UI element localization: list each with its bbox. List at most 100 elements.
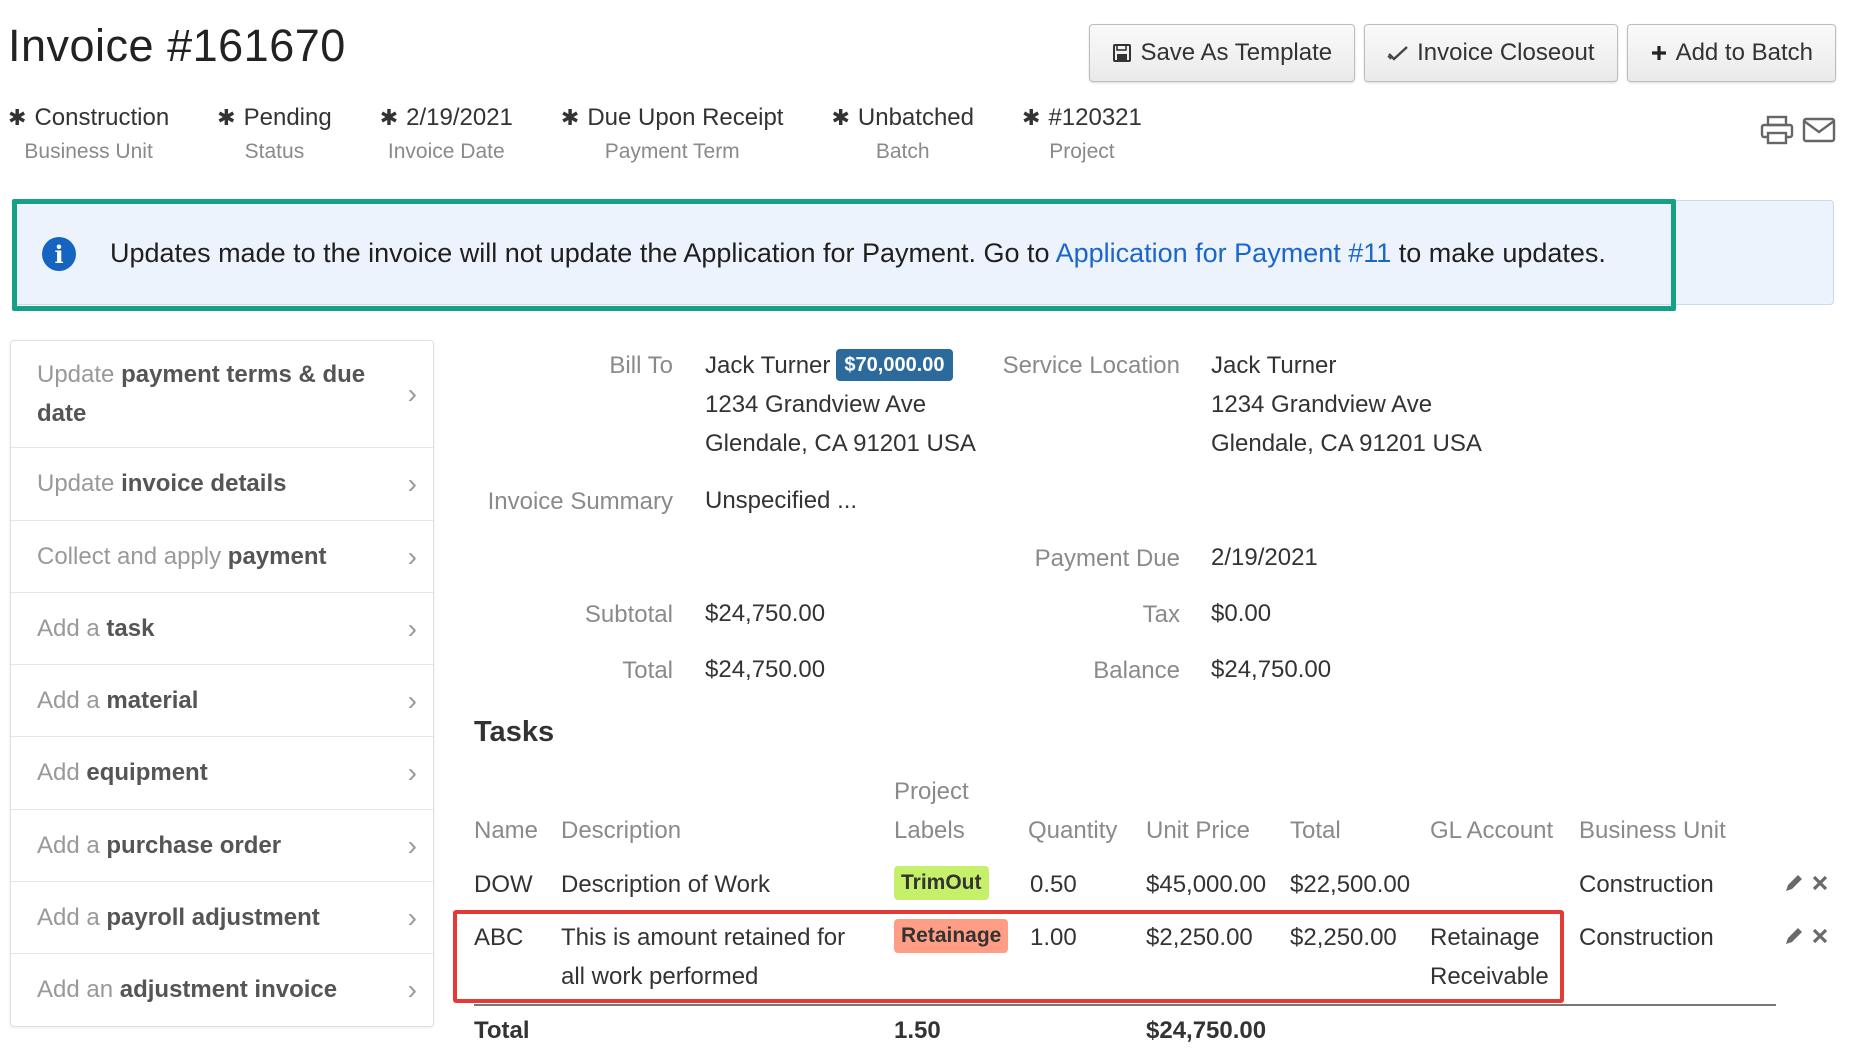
info-icon: i <box>42 237 76 271</box>
task-business-unit: Construction <box>1579 871 1714 898</box>
invoice-meta: ✱ Construction Business Unit ✱ Pending Sta… <box>8 104 1190 164</box>
task-quantity: 1.00 <box>1030 924 1077 951</box>
asterisk-icon: ✱ <box>217 105 236 130</box>
task-business-unit: Construction <box>1579 924 1714 951</box>
sidebar-item-label: payment <box>227 542 327 570</box>
task-name: ABC <box>474 924 524 951</box>
balance-value: $24,750.00 <box>1211 656 1332 683</box>
meta-project[interactable]: ✱ #120321 Project <box>1022 104 1142 164</box>
subtotal-value: $24,750.00 <box>705 600 826 627</box>
add-to-batch-button[interactable]: Add to Batch <box>1626 24 1836 82</box>
plus-icon <box>1650 44 1668 62</box>
chevron-right-icon: › <box>407 540 417 572</box>
sidebar-item-add-equipment[interactable]: Add equipment › <box>11 737 433 810</box>
tasks-total-amount: $24,750.00 <box>1146 1017 1267 1044</box>
meta-label: Payment Term <box>604 140 740 163</box>
project-label-badge: Retainage <box>894 919 1009 953</box>
meta-batch[interactable]: ✱ Unbatched Batch <box>831 104 974 164</box>
header-actions: Save As Template Invoice Closeout Add to… <box>1089 24 1836 82</box>
action-sidebar: Update payment terms & due date › Update… <box>10 340 434 1027</box>
meta-status[interactable]: ✱ Pending Status <box>217 104 332 164</box>
meta-business-unit[interactable]: ✱ Construction Business Unit <box>8 104 169 164</box>
sidebar-item-add-purchase-order[interactable]: Add a purchase order › <box>11 810 433 882</box>
utility-icons <box>1760 115 1836 150</box>
asterisk-icon: ✱ <box>831 105 850 130</box>
col-header-name: Name <box>474 817 539 844</box>
total-label: Total <box>622 657 673 684</box>
chevron-right-icon: › <box>407 684 417 716</box>
edit-pencil-icon[interactable] <box>1783 925 1805 953</box>
print-icon[interactable] <box>1760 115 1794 150</box>
chevron-right-icon: › <box>407 829 417 861</box>
bill-to-address-line1: 1234 Grandview Ave <box>705 391 927 418</box>
sidebar-item-label: equipment <box>86 759 208 786</box>
payment-due-label: Payment Due <box>1034 545 1180 572</box>
chevron-right-icon: › <box>407 757 417 788</box>
sidebar-item-collect-payment[interactable]: Collect and apply payment › <box>11 521 433 593</box>
meta-label: Invoice Date <box>387 140 505 163</box>
tasks-total-quantity: 1.50 <box>894 1017 941 1044</box>
edit-pencil-icon[interactable] <box>1783 872 1805 900</box>
sidebar-item-label: task <box>106 614 155 642</box>
sidebar-item-prefix: Add a <box>37 903 107 931</box>
service-address-line1: 1234 Grandview Ave <box>1211 391 1433 418</box>
tasks-heading: Tasks <box>474 716 555 748</box>
col-header-total: Total <box>1290 817 1341 844</box>
task-quantity: 0.50 <box>1030 871 1077 898</box>
table-total-divider <box>474 1004 1776 1006</box>
bill-to-name: Jack Turner $70,000.00 <box>705 346 953 385</box>
task-name: DOW <box>474 871 533 898</box>
add-to-batch-label: Add to Batch <box>1675 39 1813 66</box>
meta-value: Pending <box>243 104 332 131</box>
sidebar-item-add-material[interactable]: Add a material › <box>11 665 433 737</box>
chevron-right-icon: › <box>407 974 417 1005</box>
meta-payment-term[interactable]: ✱ Due Upon Receipt Payment Term <box>561 104 784 164</box>
meta-value: Due Upon Receipt <box>587 104 784 131</box>
sidebar-item-add-adjustment-invoice[interactable]: Add an adjustment invoice › <box>11 954 433 1026</box>
chevron-right-icon: › <box>407 901 417 933</box>
invoice-closeout-button[interactable]: Invoice Closeout <box>1364 24 1618 82</box>
meta-label: Project <box>1049 140 1115 163</box>
application-for-payment-link[interactable]: Application for Payment #11 <box>1056 238 1392 268</box>
sidebar-item-label: invoice details <box>121 470 287 497</box>
sidebar-item-prefix: Add a <box>37 614 107 642</box>
invoice-summary-value[interactable]: Unspecified ... <box>705 481 857 520</box>
payment-due-value: 2/19/2021 <box>1211 544 1318 571</box>
task-description-line2: all work performed <box>561 963 759 990</box>
asterisk-icon: ✱ <box>1022 105 1041 130</box>
project-label-badge: TrimOut <box>894 866 989 900</box>
total-value: $24,750.00 <box>705 656 826 683</box>
chevron-right-icon: › <box>407 468 417 499</box>
sidebar-item-prefix: Update <box>37 361 122 388</box>
sidebar-item-prefix: Add <box>37 759 87 786</box>
task-total: $2,250.00 <box>1290 924 1397 951</box>
task-description: Description of Work <box>561 871 770 898</box>
sidebar-item-prefix: Update <box>37 470 122 497</box>
task-unit-price: $2,250.00 <box>1146 924 1253 951</box>
meta-label: Status <box>244 140 305 163</box>
chevron-right-icon: › <box>407 612 417 644</box>
save-as-template-label: Save As Template <box>1140 39 1333 66</box>
sidebar-item-prefix: Collect and apply <box>37 542 228 570</box>
sidebar-item-add-payroll-adjustment[interactable]: Add a payroll adjustment › <box>11 882 433 954</box>
save-as-template-button[interactable]: Save As Template <box>1089 24 1356 82</box>
sidebar-item-label: adjustment invoice <box>119 976 338 1003</box>
sidebar-item-label: payroll adjustment <box>106 903 320 931</box>
email-icon[interactable] <box>1802 115 1836 150</box>
asterisk-icon: ✱ <box>560 105 580 130</box>
delete-x-icon[interactable] <box>1811 872 1829 900</box>
bill-to-address-line2: Glendale, CA 91201 USA <box>705 430 976 457</box>
meta-label: Business Unit <box>24 140 153 163</box>
service-address-line2: Glendale, CA 91201 USA <box>1211 430 1482 457</box>
task-gl-account: Retainage <box>1430 924 1540 951</box>
bill-to-amount-badge[interactable]: $70,000.00 <box>836 349 953 381</box>
task-total: $22,500.00 <box>1290 871 1411 898</box>
delete-x-icon[interactable] <box>1811 925 1829 953</box>
sidebar-item-add-task[interactable]: Add a task › <box>11 593 433 665</box>
alert-message: Updates made to the invoice will not upd… <box>110 238 1606 269</box>
meta-invoice-date[interactable]: ✱ 2/19/2021 Invoice Date <box>380 104 513 164</box>
sidebar-item-update-payment-terms[interactable]: Update payment terms & due date › <box>11 341 433 448</box>
meta-value: Unbatched <box>857 104 974 131</box>
col-header-description: Description <box>561 817 682 844</box>
sidebar-item-update-invoice-details[interactable]: Update invoice details › <box>11 448 433 521</box>
